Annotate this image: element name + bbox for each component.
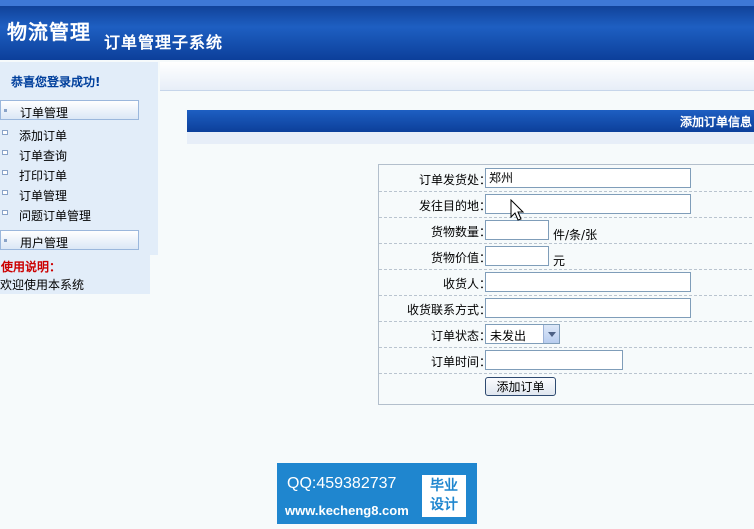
top-bar [160, 62, 754, 91]
status-select[interactable]: 未发出 [485, 324, 560, 344]
origin-input[interactable]: 郑州 [485, 168, 691, 188]
header-stripe [0, 0, 754, 6]
sidebar: 恭喜您登录成功! 订单管理 添加订单 订单查询 打印订单 订单管理 问题订单管理… [0, 62, 158, 255]
contact-label: 收货联系方式： [406, 303, 491, 317]
help-text: 欢迎使用本系统 [0, 278, 85, 292]
quantity-label: 货物数量： [430, 225, 491, 239]
sidebar-item-label[interactable]: 打印订单 [19, 167, 67, 184]
sidebar-item-label[interactable]: 问题订单管理 [19, 207, 91, 224]
contact-input[interactable] [485, 298, 691, 318]
menu-group-users[interactable]: 用户管理 [0, 230, 139, 250]
price-input[interactable] [485, 246, 549, 266]
bullet-icon [2, 130, 8, 135]
receiver-label: 收货人： [442, 277, 491, 291]
price-label: 货物价值： [430, 251, 491, 265]
app-header: 物流管理 订单管理子系统 [0, 0, 754, 60]
form-row-origin: 订单发货处： 郑州 [379, 165, 754, 192]
help-title: 使用说明： [1, 260, 62, 274]
mouse-pointer-icon [510, 199, 525, 221]
watermark-url: www.kecheng8.com [285, 503, 409, 518]
receiver-input[interactable] [485, 272, 691, 292]
quantity-unit: 件/条/张 [553, 228, 598, 242]
time-label: 订单时间： [430, 355, 491, 369]
destination-label: 发往目的地： [418, 199, 491, 213]
form-row-status: 订单状态： 未发出 [379, 321, 754, 348]
app-logo: 物流管理 [7, 20, 91, 44]
quantity-input[interactable] [485, 220, 549, 240]
sidebar-item-label[interactable]: 订单管理 [19, 187, 67, 204]
status-label: 订单状态： [430, 329, 491, 343]
welcome-message: 恭喜您登录成功! [11, 75, 101, 89]
chevron-down-icon[interactable] [543, 325, 559, 343]
section-header-shadow [187, 132, 754, 144]
order-time-input[interactable] [485, 350, 623, 370]
menu-group-orders[interactable]: 订单管理 [0, 100, 139, 120]
form-row-contact: 收货联系方式： [379, 295, 754, 322]
help-box: 使用说明： 欢迎使用本系统 [0, 255, 150, 294]
menu-group-label: 订单管理 [20, 106, 69, 120]
origin-label: 订单发货处： [418, 173, 491, 187]
sidebar-item-label[interactable]: 订单查询 [19, 147, 67, 164]
add-order-form: 订单发货处： 郑州 发往目的地： 货物数量： 件/条/张 货物价值： 元 收货人… [378, 164, 754, 405]
watermark-badge-line2: 设计 [430, 497, 458, 513]
watermark-badge: 毕业 设计 [422, 475, 466, 517]
add-order-button[interactable]: 添加订单 [485, 377, 556, 396]
watermark-badge-line1: 毕业 [430, 478, 458, 494]
watermark-banner: QQ:459382737 www.kecheng8.com 毕业 设计 [277, 463, 477, 524]
form-row-destination: 发往目的地： [379, 191, 754, 218]
section-title: 添加订单信息 [679, 115, 752, 129]
sidebar-item-label[interactable]: 添加订单 [19, 127, 67, 144]
price-unit: 元 [553, 254, 566, 268]
section-header: 添加订单信息 [187, 110, 754, 132]
app-subtitle: 订单管理子系统 [104, 33, 224, 52]
status-selected-value: 未发出 [490, 329, 527, 343]
group-marker-icon [4, 239, 7, 242]
bullet-icon [2, 150, 8, 155]
bullet-icon [2, 210, 8, 215]
form-row-submit: 添加订单 [379, 373, 754, 399]
form-row-quantity: 货物数量： 件/条/张 [379, 217, 754, 244]
bullet-icon [2, 170, 8, 175]
form-row-time: 订单时间： [379, 347, 754, 374]
menu-group-label: 用户管理 [20, 236, 69, 250]
form-row-receiver: 收货人： [379, 269, 754, 296]
form-row-price: 货物价值： 元 [379, 243, 754, 270]
watermark-qq: QQ:459382737 [287, 475, 397, 492]
bullet-icon [2, 190, 8, 195]
group-marker-icon [4, 109, 7, 112]
